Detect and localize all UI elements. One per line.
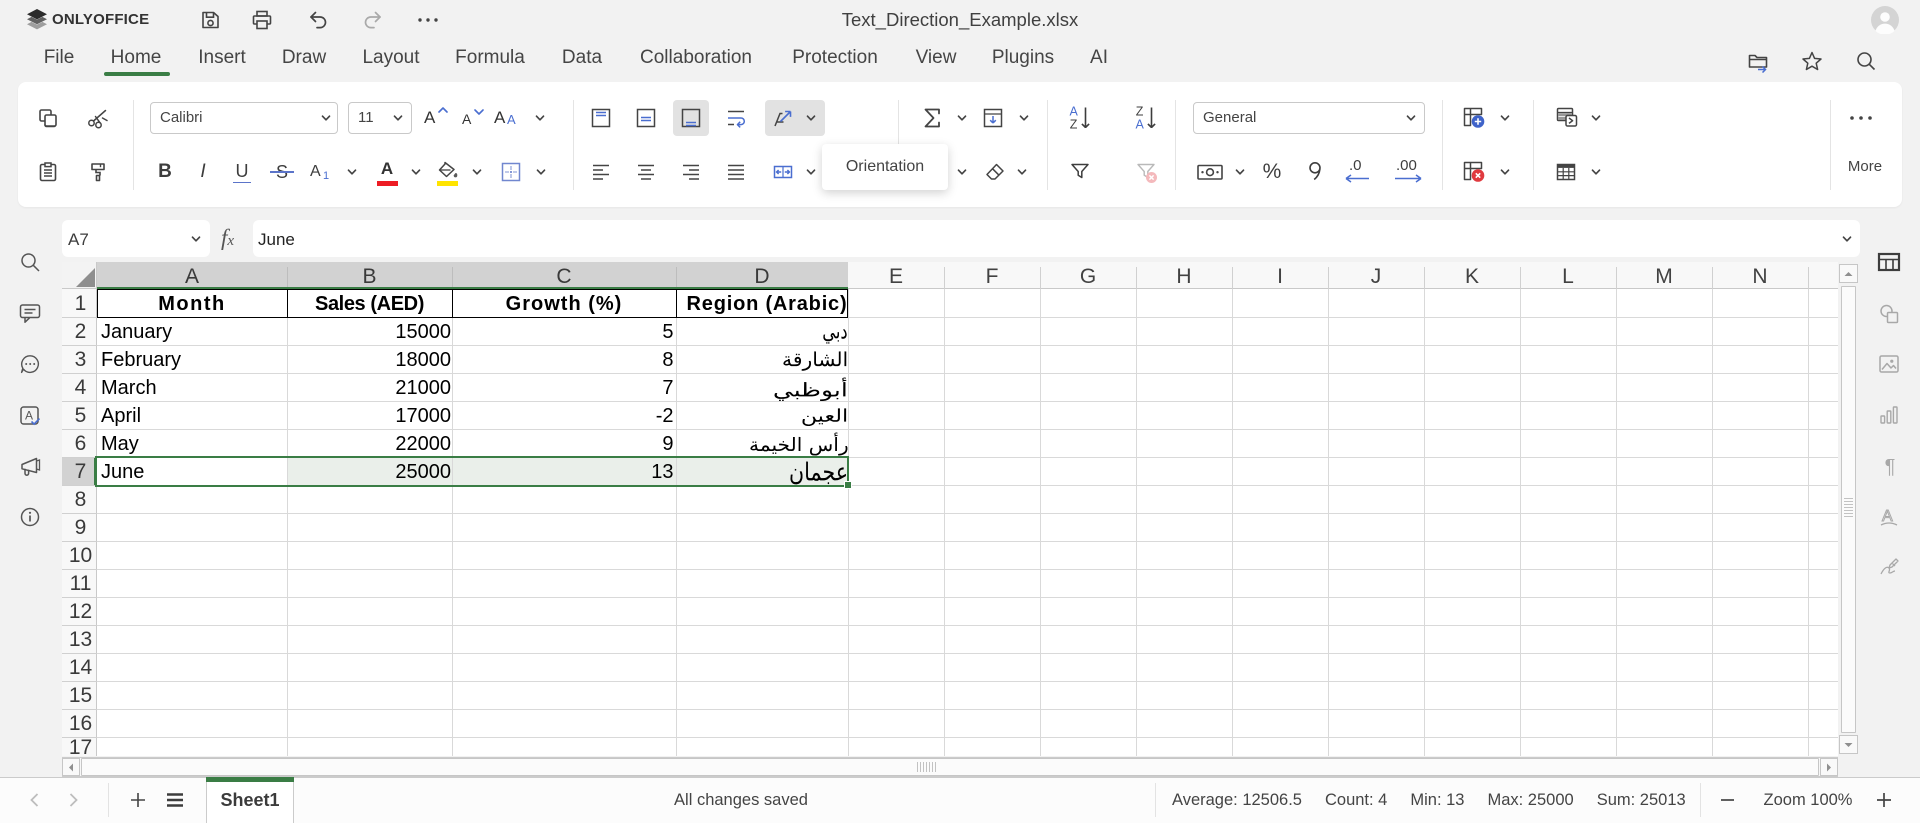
svg-text:.00: .00 <box>1396 157 1417 174</box>
svg-text:Z: Z <box>1136 105 1144 119</box>
svg-text:A: A <box>25 409 33 423</box>
svg-text:Z: Z <box>1070 118 1078 132</box>
svg-text:A: A <box>1070 105 1079 119</box>
svg-text:.0: .0 <box>1349 157 1362 174</box>
svg-text:A: A <box>1136 118 1145 132</box>
